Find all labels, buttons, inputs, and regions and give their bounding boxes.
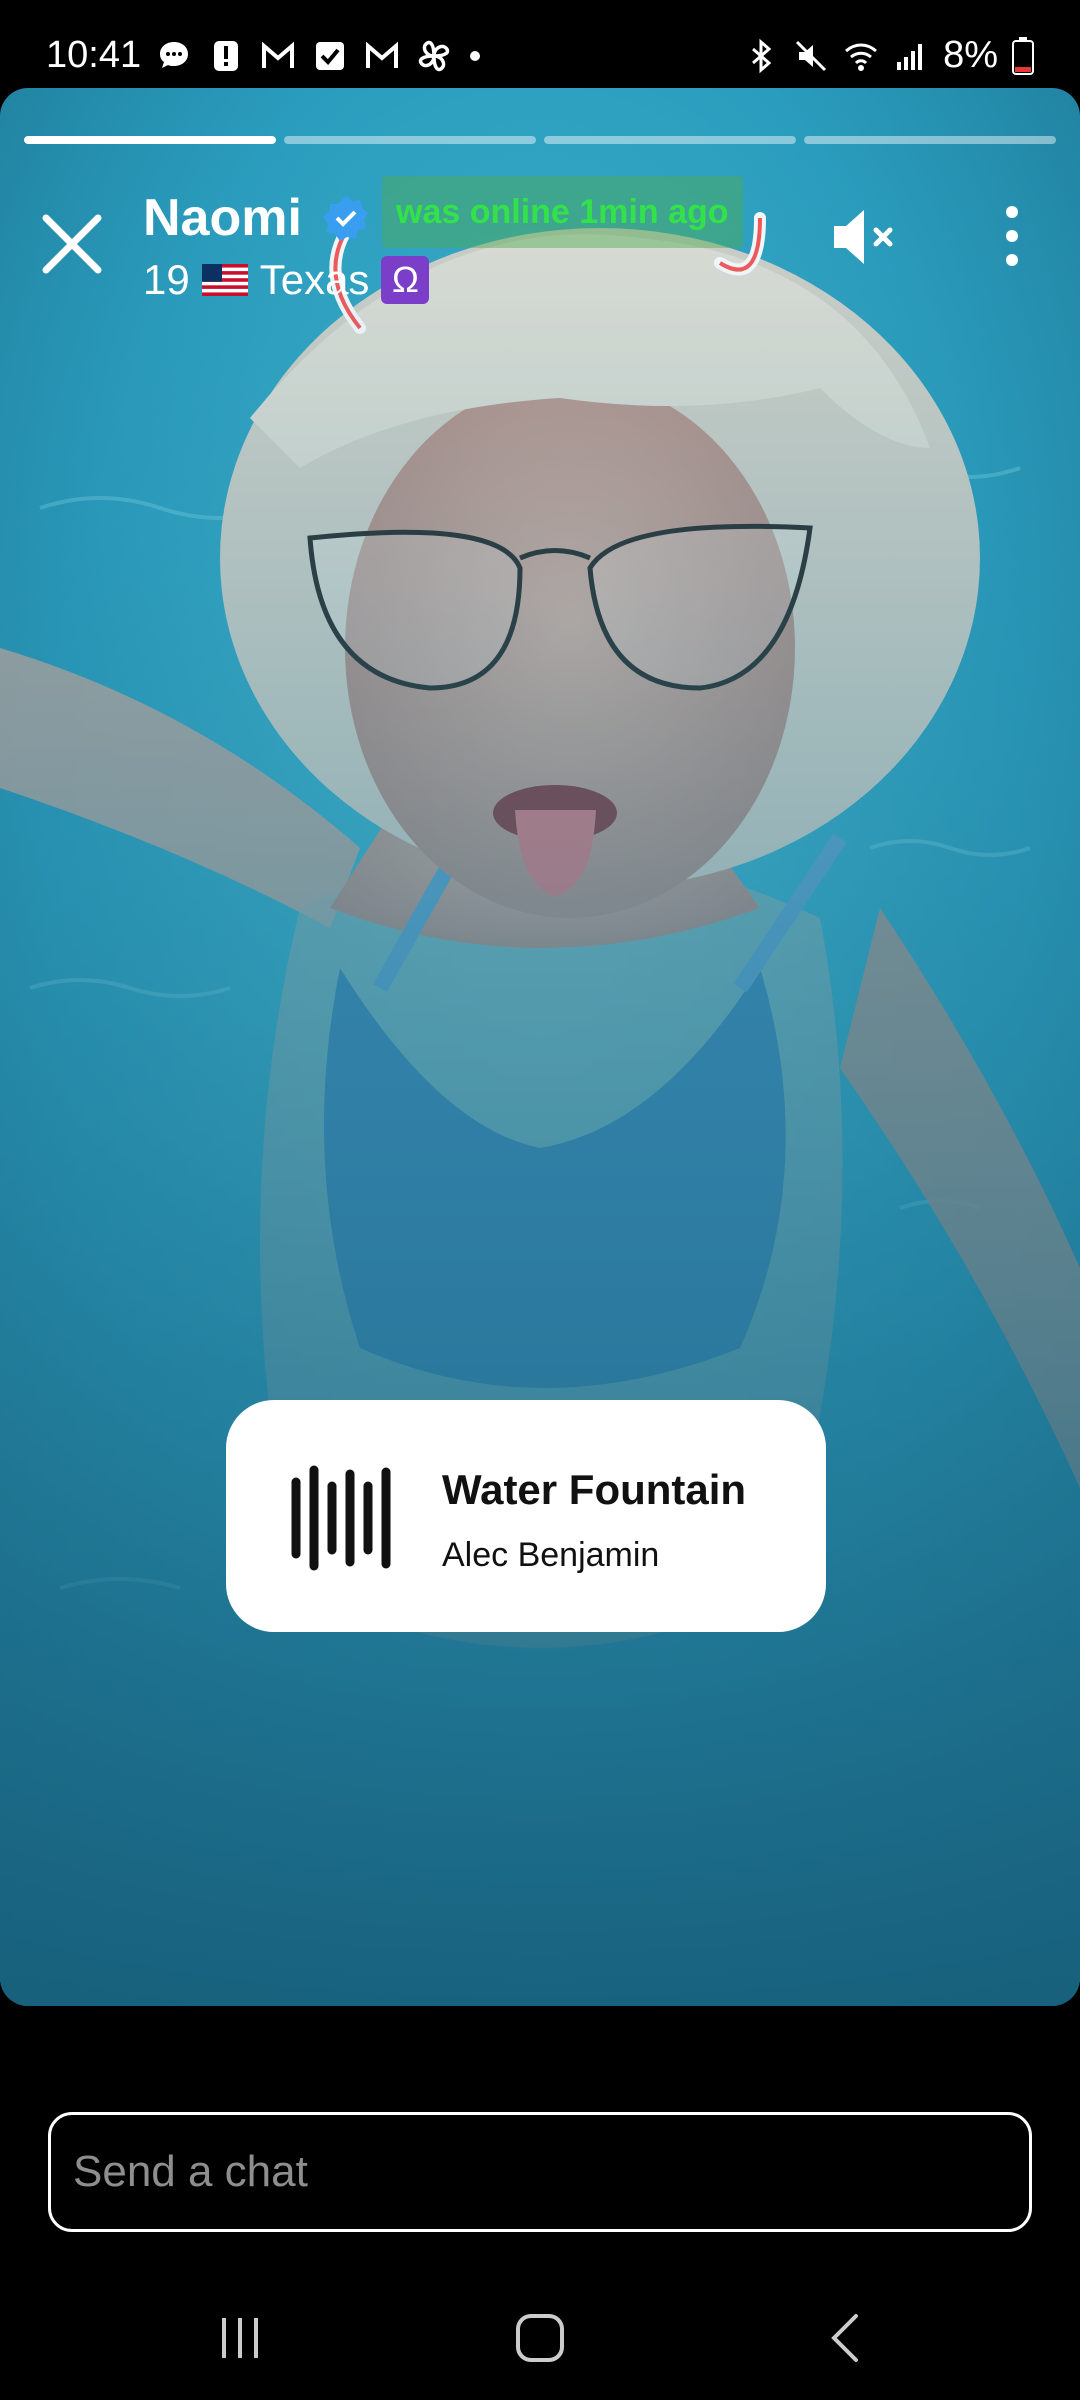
signal-icon [897,43,923,70]
gmail-icon [366,41,398,68]
gmail-icon [262,41,294,68]
battery-percent: 8% [943,34,998,76]
user-meta: 19 Texas Ω [143,256,430,304]
home-icon [516,2314,564,2362]
progress-segment [544,136,796,144]
user-name[interactable]: Naomi [143,188,302,248]
back-button[interactable] [806,2298,886,2378]
chat-input[interactable] [48,2112,1032,2232]
battery-icon [1012,36,1034,75]
zodiac-libra-icon: Ω [381,256,430,304]
dot-icon [470,51,480,61]
back-icon [831,2314,858,2362]
navigation-bar [0,2274,1080,2400]
song-artist: Alec Benjamin [442,1536,660,1574]
mute-icon [796,40,827,71]
bluetooth-icon [752,38,772,73]
story-view[interactable]: Naomi was online 1min ago 19 Texas Ω Wat… [0,88,1080,2006]
messages-icon [160,42,188,68]
home-button[interactable] [500,2298,580,2378]
story-photo [0,88,1080,2006]
sound-muted-icon[interactable] [830,206,900,268]
audio-waveform-icon [291,1465,391,1571]
close-icon[interactable] [36,208,108,280]
notification-icons [156,38,482,74]
verified-badge-icon [323,196,368,241]
story-progress [24,136,1056,144]
pinwheel-icon [418,40,450,72]
progress-segment [804,136,1056,144]
screen: 10:41 8% Naomi was online 1min ago 19 Te… [0,0,1080,2400]
user-age: 19 [143,256,190,303]
check-icon [316,42,344,70]
system-icons: 8% [743,34,1034,77]
progress-segment [284,136,536,144]
alert-icon [214,41,238,71]
song-title: Water Fountain [442,1466,747,1513]
progress-segment [24,136,276,144]
music-sticker[interactable]: Water Fountain Alec Benjamin [226,1400,826,1632]
us-flag-icon [201,264,248,296]
wifi-icon [845,43,878,71]
user-location: Texas [259,256,370,303]
progress-fill [24,136,276,144]
recents-icon [222,2318,258,2358]
online-status: was online 1min ago [382,176,743,248]
status-time: 10:41 [46,34,142,76]
recents-button[interactable] [200,2298,280,2378]
status-bar: 10:41 8% [0,0,1080,88]
more-options-icon[interactable] [1000,204,1024,268]
